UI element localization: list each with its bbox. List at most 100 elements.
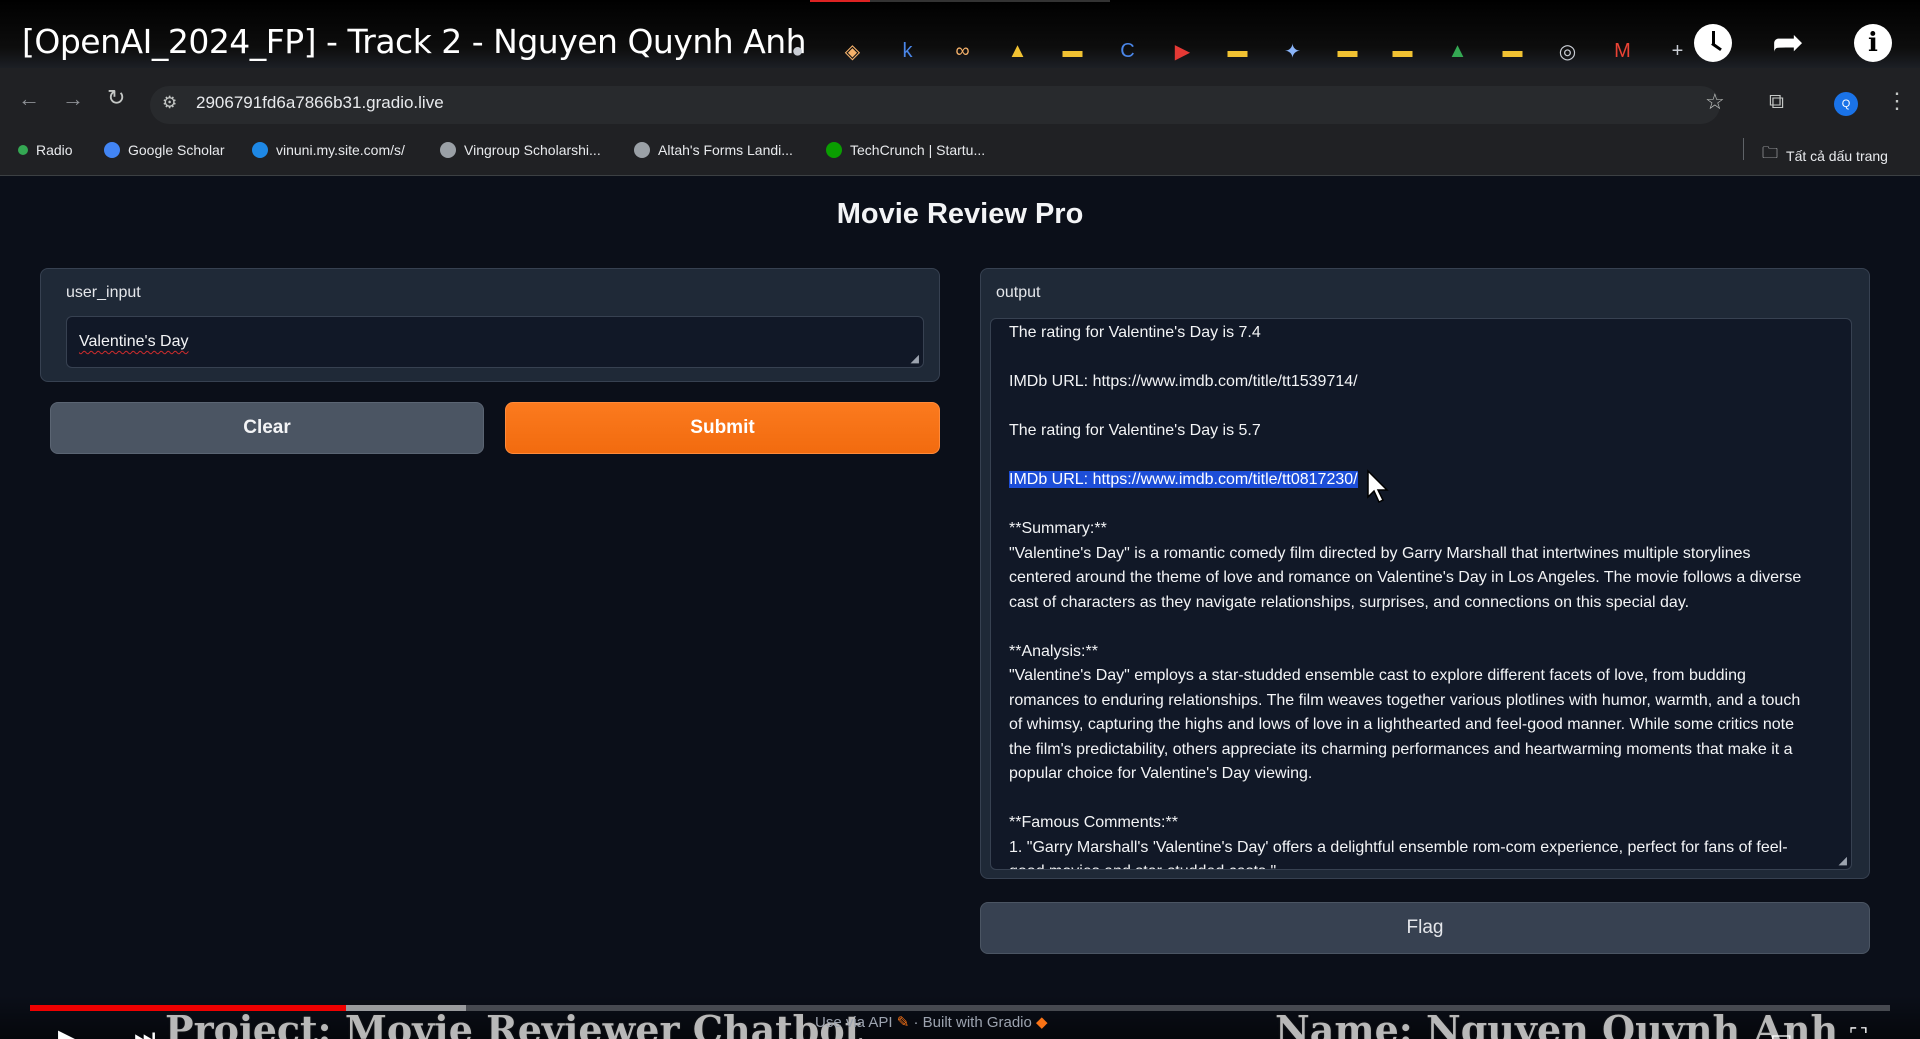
forward-icon[interactable]: →	[62, 86, 84, 112]
url-text[interactable]: 2906791fd6a7866b31.gradio.live	[196, 93, 444, 113]
output-line: romances to enduring relationships. The …	[1009, 691, 1801, 709]
bookmark-favicon-icon	[252, 142, 268, 158]
output-line: "Valentine's Day" is a romantic comedy f…	[1009, 544, 1751, 562]
doc-icon[interactable]: ▬	[1210, 36, 1265, 66]
all-bookmarks-label: Tất cả dấu trang	[1786, 147, 1888, 164]
output-textbox[interactable]: The rating for Valentine's Day is 7.4 IMD…	[990, 318, 1852, 870]
layers-icon[interactable]: ◈	[825, 36, 880, 66]
output-line: The rating for Valentine's Day is 5.7	[1009, 422, 1261, 439]
bookmark-label: Altah's Forms Landi...	[658, 142, 793, 158]
k-icon[interactable]: k	[880, 36, 935, 66]
reload-icon[interactable]: ↻	[107, 85, 125, 111]
chrome-icon[interactable]: ◎	[1540, 36, 1595, 66]
profile-avatar[interactable]: Q	[1834, 92, 1858, 116]
output-line: IMDb URL: https://www.imdb.com/title/tt1…	[1009, 373, 1358, 390]
bookmark-item[interactable]: Vingroup Scholarshi...	[440, 142, 601, 158]
flag-button[interactable]: Flag	[980, 902, 1870, 954]
user-input-field[interactable]: Valentine's Day ◢	[66, 316, 924, 368]
github-icon[interactable]: ●	[770, 36, 825, 66]
output-label: output	[996, 284, 1041, 301]
clear-button[interactable]: Clear	[50, 402, 484, 454]
menu-icon[interactable]: ⋮	[1886, 88, 1908, 114]
bookmark-favicon-icon	[18, 145, 28, 155]
selected-text: IMDb URL: https://www.imdb.com/title/tt0…	[1009, 471, 1358, 488]
output-line: **Analysis:**	[1009, 642, 1098, 660]
mouse-cursor-icon	[1367, 469, 1389, 504]
video-actions: ➦ i	[1694, 24, 1892, 62]
built-with-gradio-link[interactable]: Built with Gradio	[923, 1014, 1032, 1031]
watch-later-icon[interactable]	[1694, 24, 1732, 62]
caption-name: Name: Nguyen Quynh Anh	[1275, 1007, 1839, 1039]
c-icon[interactable]: C	[1100, 36, 1155, 66]
extensions-icon[interactable]: ⧉	[1769, 90, 1784, 114]
doc-icon[interactable]: ▬	[1485, 36, 1540, 66]
output-line: cast of characters as they navigate rela…	[1009, 593, 1690, 611]
bookmark-label: TechCrunch | Startu...	[850, 142, 986, 158]
loading-bar	[810, 0, 870, 2]
youtube-icon[interactable]: ▶	[1155, 36, 1210, 66]
doc-icon[interactable]: ▬	[1320, 36, 1375, 66]
bookmark-favicon-icon	[104, 142, 120, 158]
use-via-api-link[interactable]: Use via API	[815, 1014, 893, 1031]
bookmark-label: Radio	[36, 142, 73, 158]
gradio-logo-icon: ◆	[1036, 1014, 1048, 1031]
doc-icon[interactable]: ▬	[1045, 36, 1100, 66]
bookmark-item[interactable]: Radio	[18, 142, 73, 158]
bookmark-label: Vingroup Scholarshi...	[464, 142, 601, 158]
info-icon[interactable]: i	[1854, 24, 1892, 62]
next-icon[interactable]: ⏭	[134, 1024, 156, 1039]
user-input-value: Valentine's Day	[79, 333, 189, 350]
bookmark-item[interactable]: Altah's Forms Landi...	[634, 142, 793, 158]
folder-icon: 🗀	[1762, 145, 1779, 162]
output-content: The rating for Valentine's Day is 7.4 IMD…	[1009, 321, 1829, 869]
output-resize-handle-icon[interactable]: ◢	[1839, 854, 1847, 867]
page-title: Movie Review Pro	[836, 198, 1084, 230]
bookmarks-divider	[1743, 138, 1744, 160]
output-line: the film's predictability, others apprec…	[1009, 740, 1793, 758]
play-icon[interactable]: ▶	[58, 1024, 76, 1039]
all-bookmarks-button[interactable]: 🗀 Tất cả dấu trang	[1762, 142, 1888, 169]
bookmark-star-icon[interactable]: ☆	[1705, 89, 1725, 115]
output-line: **Famous Comments:**	[1009, 814, 1178, 831]
folder-icon[interactable]: ▲	[990, 36, 1045, 66]
resize-handle-icon[interactable]: ◢	[911, 352, 919, 365]
doc-icon[interactable]: ▬	[1375, 36, 1430, 66]
miniplayer-icon[interactable]: ▭	[1770, 1024, 1793, 1039]
infinity-icon[interactable]: ∞	[935, 36, 990, 66]
bookmark-label: vinuni.my.site.com/s/	[276, 142, 405, 158]
drive-icon[interactable]: ▲	[1430, 36, 1485, 66]
output-line: 1. "Garry Marshall's 'Valentine's Day' o…	[1009, 838, 1788, 856]
footer-separator: ·	[913, 1014, 923, 1031]
bookmark-favicon-icon	[826, 142, 842, 158]
share-icon[interactable]: ➦	[1772, 24, 1814, 62]
video-title[interactable]: [OpenAI_2024_FP] - Track 2 - Nguyen Quyn…	[22, 22, 807, 61]
output-line: popular choice for Valentine's Day viewi…	[1009, 765, 1313, 782]
output-line: The rating for Valentine's Day is 7.4	[1009, 324, 1261, 341]
bookmark-item[interactable]: vinuni.my.site.com/s/	[252, 142, 405, 158]
input-label: user_input	[66, 284, 141, 301]
submit-button[interactable]: Submit	[505, 402, 940, 454]
bookmark-item[interactable]: Google Scholar	[104, 142, 225, 158]
bookmark-favicon-icon	[634, 142, 650, 158]
bookmark-item[interactable]: TechCrunch | Startu...	[826, 142, 985, 158]
site-info-icon[interactable]: ⚙	[162, 93, 177, 113]
gradio-footer: Use via API ✎ · Built with Gradio ◆	[815, 1013, 1048, 1031]
output-line: of whimsy, capturing the highs and lows …	[1009, 716, 1795, 733]
output-line: good movies and star-studded casts."	[1009, 860, 1829, 869]
gmail-icon[interactable]: M	[1595, 36, 1650, 66]
bookmark-label: Google Scholar	[128, 142, 225, 158]
output-line: "Valentine's Day" employs a star-studded…	[1009, 667, 1746, 684]
caption-project: Project: Movie Reviewer Chatbot	[165, 1007, 863, 1039]
bookmark-favicon-icon	[440, 142, 456, 158]
output-line: **Summary:**	[1009, 520, 1107, 537]
rocket-icon: ✎	[896, 1014, 914, 1031]
fullscreen-icon[interactable]: ⛶	[1850, 1024, 1867, 1039]
screen: [OpenAI_2024_FP] - Track 2 - Nguyen Quyn…	[0, 0, 1920, 1039]
back-icon[interactable]: ←	[18, 86, 40, 112]
gemini-icon[interactable]: ✦	[1265, 36, 1320, 66]
